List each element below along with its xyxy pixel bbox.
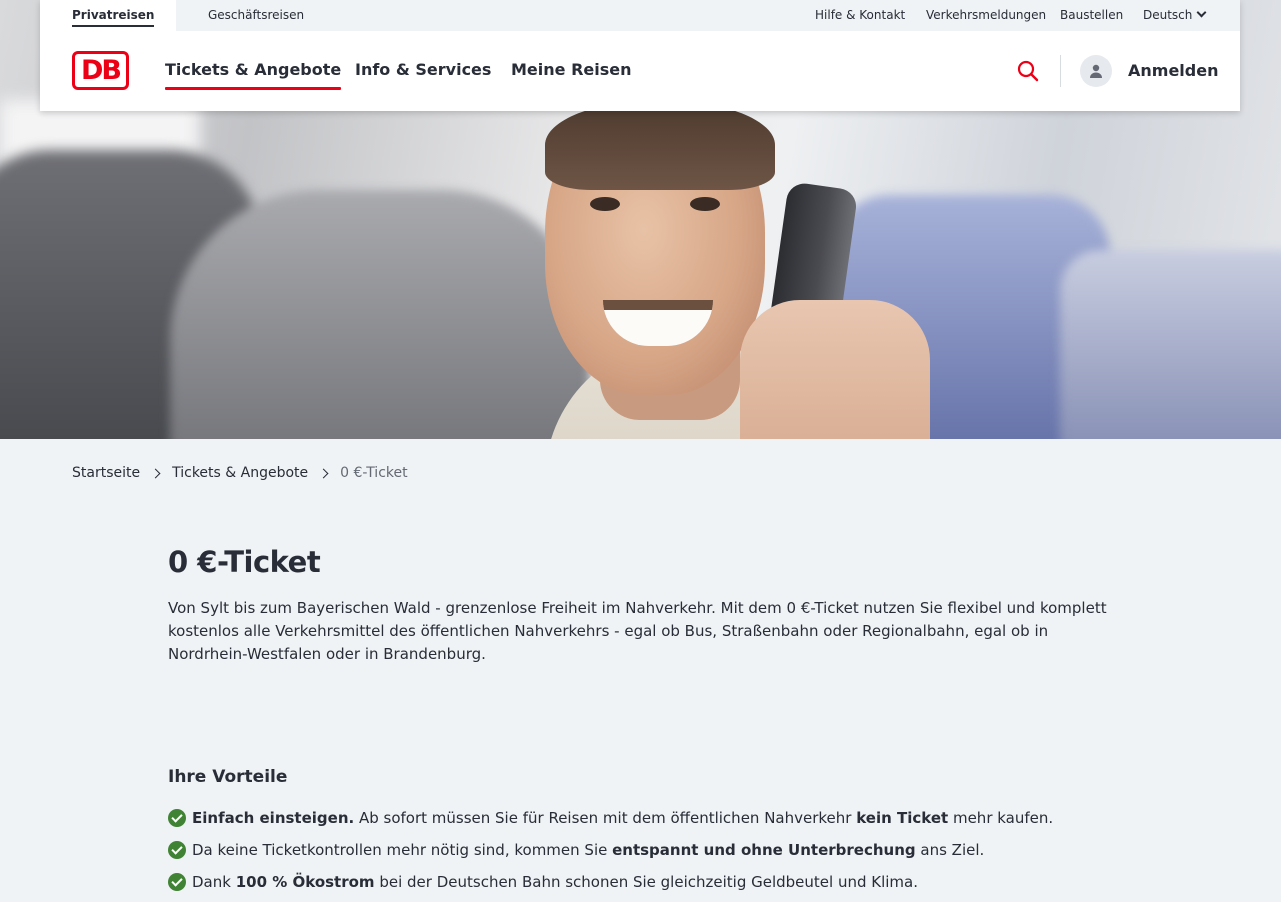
benefits-list: Einfach einsteigen. Ab sofort müssen Sie… (168, 807, 1168, 902)
tab-geschaeftsreisen[interactable]: Geschäftsreisen (208, 0, 304, 31)
nav-info-services[interactable]: Info & Services (355, 60, 491, 79)
language-label: Deutsch (1143, 8, 1193, 22)
check-circle-icon (168, 841, 186, 859)
nav-tickets-angebote[interactable]: Tickets & Angebote (165, 60, 342, 90)
chevron-right-icon (318, 468, 329, 478)
chevron-right-icon (150, 468, 161, 478)
benefit-emphasis: Einfach einsteigen. (192, 809, 355, 827)
search-icon[interactable] (1017, 60, 1039, 82)
user-icon[interactable] (1080, 55, 1112, 87)
link-hilfe-kontakt[interactable]: Hilfe & Kontakt (815, 0, 905, 30)
intro-text: Von Sylt bis zum Bayerischen Wald - gren… (168, 599, 1107, 663)
breadcrumb-current: 0 €-Ticket (340, 465, 408, 481)
tab-privatreisen-label: Privatreisen (72, 8, 155, 27)
benefit-text-part: bei der Deutschen Bahn schonen Sie gleic… (374, 873, 918, 891)
login-button[interactable]: Anmelden (1128, 61, 1218, 80)
benefit-text-part: ans Ziel. (915, 841, 985, 859)
benefit-text-part: Dank (192, 873, 236, 891)
header-divider (1060, 55, 1061, 87)
benefit-text-part: Ab sofort müssen Sie für Reisen mit dem … (354, 809, 857, 827)
tab-geschaeftsreisen-label: Geschäftsreisen (208, 8, 305, 22)
benefit-text-part: mehr kaufen. (948, 809, 1054, 827)
check-circle-icon (168, 873, 186, 891)
benefit-text-part: Da keine Ticketkontrollen mehr nötig sin… (192, 841, 613, 859)
tab-privatreisen[interactable]: Privatreisen (40, 0, 176, 31)
nav-meine-reisen[interactable]: Meine Reisen (511, 60, 632, 79)
check-circle-icon (168, 809, 186, 827)
benefit-emphasis: entspannt und ohne Unterbrechung (612, 841, 916, 859)
breadcrumb: Startseite Tickets & Angebote 0 €-Ticket (72, 465, 408, 481)
list-item: Da keine Ticketkontrollen mehr nötig sin… (168, 839, 1168, 871)
benefit-emphasis: kein Ticket (856, 809, 949, 827)
db-logo[interactable]: DB (72, 51, 129, 90)
benefit-text: Dank 100 % Ökostrom bei der Deutschen Ba… (192, 871, 918, 893)
breadcrumb-startseite[interactable]: Startseite (72, 465, 140, 481)
language-select[interactable]: Deutsch (1143, 0, 1207, 30)
site-header: Privatreisen Geschäftsreisen Hilfe & Kon… (40, 0, 1240, 111)
list-item: Einfach einsteigen. Ab sofort müssen Sie… (168, 807, 1168, 839)
page-title: 0 €-Ticket (168, 545, 321, 579)
link-baustellen[interactable]: Baustellen (1060, 0, 1123, 30)
meta-navigation: Privatreisen Geschäftsreisen Hilfe & Kon… (40, 0, 1240, 31)
benefit-emphasis: 100 % Ökostrom (235, 873, 375, 891)
chevron-down-icon (1196, 7, 1207, 18)
db-logo-text: DB (81, 55, 122, 86)
benefits-heading: Ihre Vorteile (168, 767, 288, 787)
benefit-text: Einfach einsteigen. Ab sofort müssen Sie… (192, 807, 1053, 829)
benefit-text: Da keine Ticketkontrollen mehr nötig sin… (192, 839, 984, 861)
breadcrumb-tickets-angebote[interactable]: Tickets & Angebote (172, 465, 308, 481)
link-verkehrsmeldungen[interactable]: Verkehrsmeldungen (926, 0, 1046, 30)
list-item: Dank 100 % Ökostrom bei der Deutschen Ba… (168, 871, 1168, 902)
